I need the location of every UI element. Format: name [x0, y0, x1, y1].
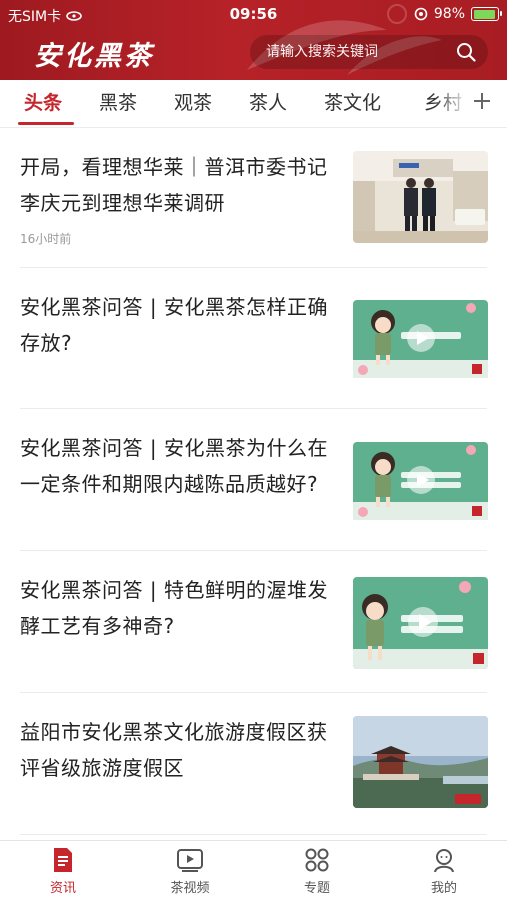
- search-icon[interactable]: [456, 42, 476, 62]
- news-feed: 开局，看理想华莱｜普洱市委书记李庆元到理想华莱调研 16小时前 安化黑茶问答 |…: [0, 129, 507, 840]
- orientation-lock-icon: [414, 7, 428, 21]
- article-thumbnail[interactable]: [353, 716, 488, 808]
- add-channel-icon[interactable]: [471, 90, 493, 112]
- article-title[interactable]: 安化黑茶问答 | 特色鲜明的渥堆发酵工艺有多神奇?: [20, 572, 336, 644]
- nav-news[interactable]: 资讯: [18, 847, 108, 896]
- article-title[interactable]: 安化黑茶问答 | 安化黑茶怎样正确存放?: [20, 289, 336, 361]
- article-title[interactable]: 开局，看理想华莱｜普洱市委书记李庆元到理想华莱调研: [20, 149, 336, 221]
- cartoon-girl-video-icon: [353, 577, 488, 669]
- article-title[interactable]: 安化黑茶问答 | 安化黑茶为什么在一定条件和期限内越陈品质越好?: [20, 430, 336, 502]
- tab-dark-tea[interactable]: 黑茶: [99, 88, 137, 118]
- nav-topics[interactable]: 专题: [272, 847, 362, 896]
- video-thumbnail[interactable]: [353, 300, 488, 392]
- brand-logo[interactable]: 安化黑茶: [34, 34, 154, 73]
- app-header: 无SIM卡 09:56 98% 安化黑茶: [0, 0, 507, 80]
- tab-tea-view[interactable]: 观茶: [174, 88, 212, 118]
- nav-tea-video[interactable]: 茶视频: [145, 847, 235, 896]
- tab-tea-people[interactable]: 茶人: [249, 88, 287, 118]
- cartoon-girl-video-icon: [353, 442, 488, 520]
- nav-profile[interactable]: 我的: [399, 847, 489, 896]
- profile-icon: [434, 849, 454, 873]
- bottom-navigation: 资讯 茶视频 专题 我的: [0, 840, 507, 900]
- video-thumbnail[interactable]: [353, 442, 488, 534]
- battery-percent: 98%: [433, 6, 465, 22]
- video-icon: [177, 849, 203, 872]
- topics-grid-icon: [305, 848, 329, 872]
- active-tab-indicator: [18, 122, 74, 125]
- category-tabs: 头条 黑茶 观茶 茶人 茶文化 乡村: [0, 80, 507, 128]
- news-icon: [54, 848, 72, 872]
- nav-news-label: 资讯: [49, 881, 76, 896]
- article-thumbnail[interactable]: [353, 151, 488, 243]
- tab-headlines[interactable]: 头条: [24, 88, 62, 118]
- nav-profile-label: 我的: [430, 881, 457, 896]
- article-title[interactable]: 益阳市安化黑茶文化旅游度假区获评省级旅游度假区: [20, 714, 336, 786]
- status-bar: 无SIM卡 09:56 98%: [0, 0, 507, 30]
- article-time: 16小时前: [20, 232, 72, 246]
- cartoon-girl-video-icon: [353, 300, 488, 378]
- search-bar[interactable]: [250, 35, 488, 69]
- nav-tea-video-label: 茶视频: [170, 881, 210, 896]
- video-thumbnail[interactable]: [353, 577, 488, 669]
- tab-tea-culture[interactable]: 茶文化: [324, 88, 381, 118]
- meeting-photo-icon: [353, 151, 488, 243]
- landscape-photo-icon: [353, 716, 488, 808]
- battery-level-fill: [473, 9, 496, 19]
- search-input[interactable]: [266, 35, 446, 69]
- battery-icon: [471, 7, 502, 21]
- nav-topics-label: 专题: [303, 881, 330, 896]
